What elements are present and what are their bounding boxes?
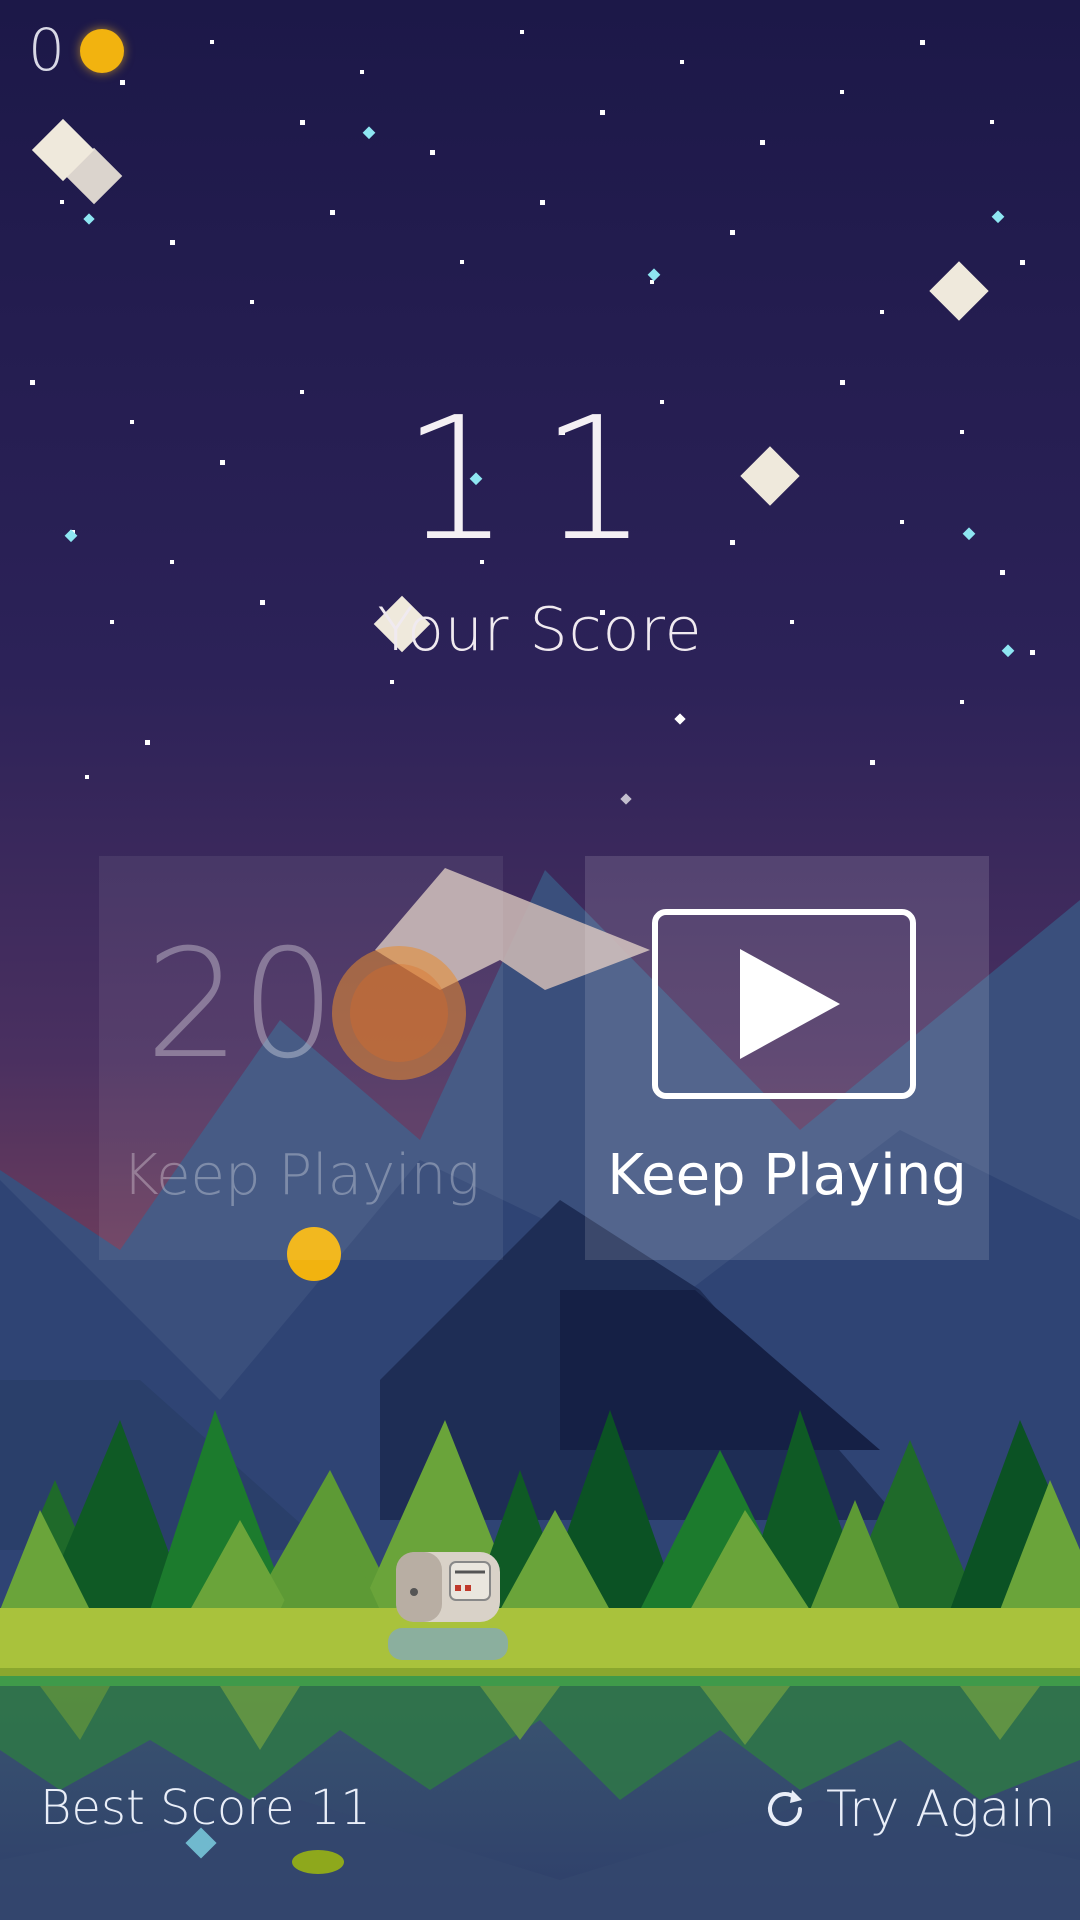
- best-score: Best Score 11: [40, 1780, 371, 1836]
- coin-icon: [332, 946, 466, 1080]
- toaster-character: [388, 1552, 508, 1660]
- coin-count: 0: [28, 16, 65, 84]
- score-label: Your Score: [377, 595, 703, 665]
- play-icon: [740, 949, 840, 1059]
- keep-playing-coins-label: Keep Playing: [122, 1143, 480, 1208]
- keep-playing-cost: 20: [145, 918, 336, 1092]
- coin-icon: [80, 29, 124, 73]
- keep-playing-video-label: Keep Playing: [607, 1143, 967, 1208]
- try-again-button[interactable]: Try Again: [762, 1780, 1056, 1838]
- try-again-label: Try Again: [826, 1780, 1056, 1838]
- score-value: 11: [401, 381, 679, 579]
- play-video-button[interactable]: [652, 909, 916, 1099]
- refresh-icon: [768, 1790, 802, 1826]
